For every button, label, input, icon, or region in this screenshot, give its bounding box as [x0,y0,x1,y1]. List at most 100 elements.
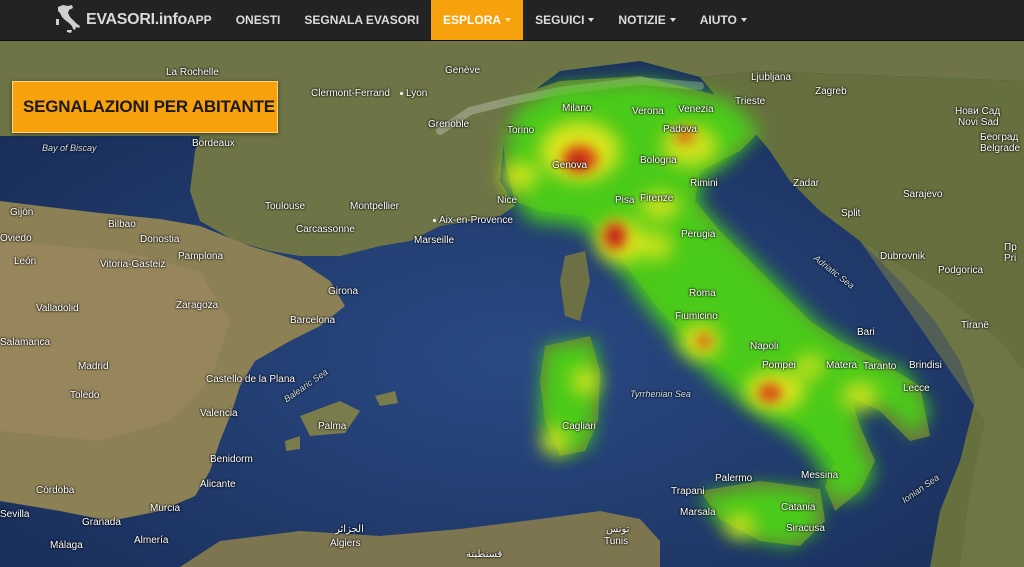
map-label: Venezia [678,104,714,115]
map-label: Vitoria-Gasteiz [100,259,166,270]
map-label: León [14,256,37,267]
map-label: Genova [552,160,588,171]
map-label: Tiranë [961,320,989,331]
map-label: Almería [134,535,169,546]
map-label: Bay of Biscay [42,143,97,153]
nav-app-label: APP [187,13,212,27]
map-label: Valladolid [36,303,79,314]
chevron-down-icon [588,18,595,22]
top-navbar: EVASORI.info APP ONESTI SEGNALA EVASORI … [0,0,1024,41]
map-label: Tunis [604,536,629,547]
nav-onesti[interactable]: ONESTI [224,0,293,40]
map-label: Novi Sad [958,117,999,128]
map-label: Dubrovnik [880,251,926,262]
map-label: Pri [1004,253,1017,264]
map-label: Toledo [70,390,100,401]
map-label: Bordeaux [192,138,235,149]
map-title: SEGNALAZIONI PER ABITANTE [23,97,275,116]
map-label: Taranto [863,361,897,372]
map-label: Perugia [681,229,716,240]
map-label: قسنطينة [466,549,503,560]
map-label: Castello de la Plana [206,374,295,385]
map-label: Marseille [414,235,455,246]
map-label: Napoli [750,341,779,352]
map-label: Fiumicino [675,311,718,322]
map-label: Trapani [671,486,705,497]
brand-link[interactable]: EVASORI.info [52,0,187,40]
chevron-down-icon [505,18,512,22]
map-label: Murcia [150,503,181,514]
map-label: Barcelona [290,315,336,326]
map-label: Београд [980,132,1019,143]
map-label: Bari [857,327,875,338]
map-label: Palma [318,421,347,432]
nav-segnala-label: SEGNALA EVASORI [304,13,420,27]
map-label: Aix-en-Provence [433,215,513,226]
map-label: Toulouse [265,201,306,212]
map-label: Girona [328,286,359,297]
chevron-down-icon [740,18,747,22]
map-label: Firenze [640,193,674,204]
map-label: Zagreb [815,86,847,97]
nav-segnala-evasori[interactable]: SEGNALA EVASORI [292,0,431,40]
map-label: Valencia [200,408,238,419]
map-label: Catania [781,502,816,513]
map-label: Split [841,208,861,219]
map-label: Siracusa [786,523,825,534]
map-label: La Rochelle [166,67,219,78]
map-label: Palermo [715,473,753,484]
nav-seguici[interactable]: SEGUICI [523,0,606,40]
map-label: Trieste [735,96,766,107]
italy-silhouette-icon [56,5,80,33]
map-label: Pompei [762,360,796,371]
map-label: Нови Сад [955,106,1001,117]
map-label: Grenoble [428,119,470,130]
chevron-down-icon [669,18,676,22]
map-label: Padova [663,124,697,135]
nav-esplora[interactable]: ESPLORA [431,0,524,40]
nav-onesti-label: ONESTI [235,13,281,27]
map-label: Granada [82,517,121,528]
map-label: الجزائر [335,524,364,535]
main-nav: APP ONESTI SEGNALA EVASORI ESPLORA SEGUI… [175,0,759,40]
map-title-box: SEGNALAZIONI PER ABITANTE [12,81,278,133]
map-label: Ljubljana [751,72,792,83]
map-label: Belgrade [980,143,1021,154]
map-label: Lecce [903,383,930,394]
map-label: Oviedo [0,233,32,244]
map-label: Alicante [200,479,236,490]
map-label: Brindisi [909,360,942,371]
map-label: Madrid [78,361,109,372]
nav-aiuto-label: AIUTO [699,13,737,27]
map-label: Gijón [10,207,34,218]
map-label: Algiers [330,538,361,549]
map-label: Córdoba [36,485,75,496]
map-label: Cagliari [562,421,596,432]
map-label: Verona [632,106,664,117]
nav-notizie[interactable]: NOTIZIE [606,0,687,40]
map-label: تونس [606,524,630,535]
map-label: Carcassonne [296,224,355,235]
brand-name: EVASORI.info [86,11,187,28]
map-label: Montpellier [350,201,399,212]
map-label: Benidorm [210,454,253,465]
map-label: Tyrrhenian Sea [630,389,691,399]
map-label: Torino [507,125,535,136]
map-label: Málaga [50,540,83,551]
map-label: Rimini [690,178,718,189]
nav-aiuto[interactable]: AIUTO [688,0,759,40]
map-label: Marsala [680,507,716,518]
map-label: Zadar [793,178,820,189]
map-label: Пр [1004,242,1017,253]
nav-seguici-label: SEGUICI [535,13,585,27]
map-label: Salamanca [0,337,51,348]
nav-notizie-label: NOTIZIE [618,13,666,27]
map-label: Sarajevo [903,189,943,200]
map-label: Genève [445,65,481,76]
map-label: Nice [497,195,518,206]
map-label: Podgorica [938,265,984,276]
map-label: Bologna [640,155,677,166]
map-label: Pisa [615,195,635,206]
map-label: Lyon [400,88,427,99]
nav-app[interactable]: APP [175,0,224,40]
